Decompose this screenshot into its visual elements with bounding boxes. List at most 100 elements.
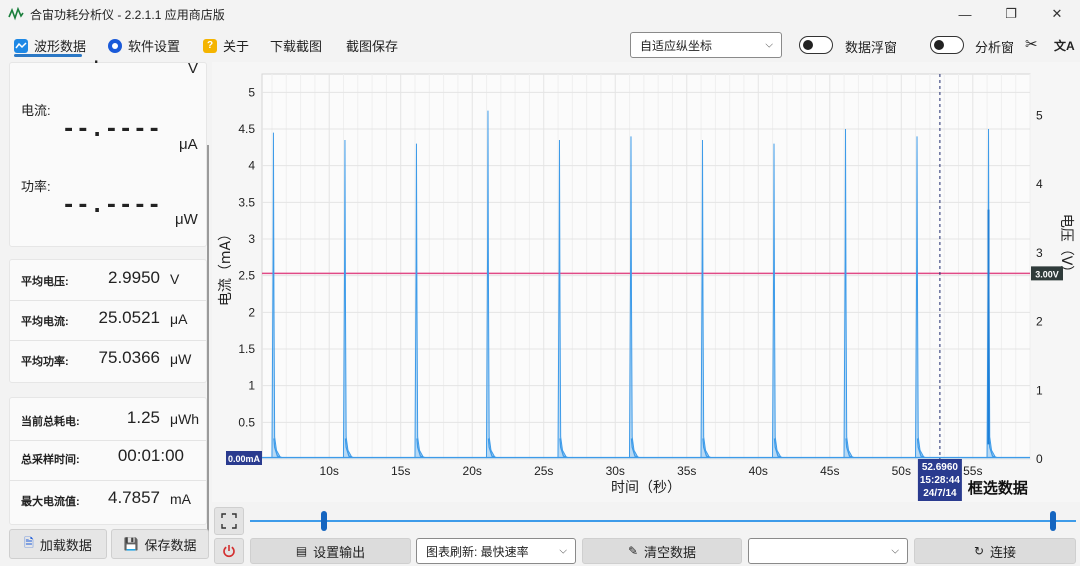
tab-waveform-label: 波形数据 (34, 39, 87, 54)
plug-icon: ↻ (973, 544, 985, 558)
scissors-icon[interactable]: ✂ (1025, 35, 1038, 53)
y-tick-label: 2.5 (238, 269, 255, 283)
range-slider-right-handle[interactable] (1050, 511, 1056, 531)
close-button[interactable]: ✕ (1034, 0, 1080, 28)
avg-power-row: 平均功率: 75.0366 μW (10, 340, 206, 380)
x-tick-label: 20s (463, 464, 482, 478)
waveform-chart[interactable]: 00.511.522.533.544.5501234510s15s20s25s3… (212, 62, 1080, 502)
panel-scrollbar[interactable] (207, 145, 209, 535)
clear-data-button[interactable]: ✎ 清空数据 (582, 538, 742, 564)
tab-settings[interactable]: 软件设置 (108, 36, 180, 55)
connect-button[interactable]: ↻ 连接 (914, 538, 1076, 564)
analysis-window-label: 分析窗 (975, 40, 1015, 55)
x-tick-label: 15s (391, 464, 410, 478)
y2-tick-label: 0 (1036, 452, 1043, 466)
avg-current-value: 25.0521 (98, 308, 160, 327)
total-energy-label: 当前总耗电: (21, 416, 80, 428)
save-data-button[interactable]: 💾 保存数据 (111, 529, 209, 559)
tab-waveform[interactable]: 波形数据 (14, 36, 86, 55)
save-data-label: 保存数据 (144, 537, 197, 553)
current-value: --.---- (62, 117, 162, 142)
x-tick-label: 35s (677, 464, 696, 478)
save-icon: 💾 (123, 537, 139, 551)
avg-current-unit: μA (170, 311, 188, 327)
avg-voltage-row: 平均电压: 2.9950 V (10, 260, 206, 300)
chart-svg[interactable]: 00.511.522.533.544.5501234510s15s20s25s3… (212, 62, 1080, 502)
power-unit: μW (175, 211, 198, 228)
max-current-value: 4.7857 (108, 488, 160, 507)
y2-tick-label: 2 (1036, 315, 1043, 329)
current-badge: 0.00mA (228, 454, 261, 464)
voltage-badge: 3.00V (1035, 269, 1059, 279)
sample-time-label: 总采样时间: (21, 454, 80, 466)
gear-icon (108, 38, 122, 53)
y2-tick-label: 3 (1036, 246, 1043, 260)
window-title: 合宙功耗分析仪 - 2.2.1.1 应用商店版 (30, 7, 225, 22)
current-unit: μA (179, 136, 198, 153)
tab-active-indicator (14, 54, 82, 57)
set-output-label: 设置输出 (313, 544, 366, 560)
minimize-button[interactable]: — (942, 0, 988, 28)
max-current-row: 最大电流值: 4.7857 mA (10, 480, 206, 520)
axis-mode-select[interactable]: 自适应纵坐标 ⌵ (630, 32, 782, 58)
total-energy-unit: μWh (170, 411, 200, 427)
x-tick-label: 55s (963, 464, 982, 478)
y-tick-label: 1.5 (238, 342, 255, 356)
expand-icon[interactable] (214, 507, 244, 535)
total-energy-row: 当前总耗电: 1.25 μWh (10, 400, 206, 440)
tab-settings-label: 软件设置 (128, 39, 181, 54)
clear-data-label: 清空数据 (644, 544, 697, 560)
refresh-rate-select[interactable]: 图表刷新: 最快速率 ⌵ (416, 538, 576, 564)
translate-icon[interactable]: 文A (1054, 37, 1075, 54)
y-tick-label: 4 (248, 159, 255, 173)
float-window-toggle[interactable] (799, 36, 833, 54)
sample-time-value: 00:01:00 (117, 446, 184, 465)
y-tick-label: 5 (248, 85, 255, 99)
sample-time-row: 总采样时间: 00:01:00 (10, 438, 206, 478)
tab-about[interactable]: ? 关于 (203, 36, 249, 55)
range-slider-track[interactable] (250, 520, 1076, 522)
download-screenshot-button[interactable]: 下载截图 (270, 36, 322, 55)
power-label: 功率: (21, 179, 51, 194)
waveform-icon (14, 38, 28, 53)
max-current-label: 最大电流值: (21, 496, 80, 508)
port-select[interactable]: ⌵ (748, 538, 908, 564)
cursor-time: 52.6960 (922, 462, 959, 473)
tab-about-label: 关于 (223, 39, 250, 54)
x-tick-label: 45s (820, 464, 839, 478)
avg-current-row: 平均电流: 25.0521 μA (10, 300, 206, 340)
x-tick-label: 25s (534, 464, 553, 478)
save-screenshot-button[interactable]: 截图保存 (346, 36, 398, 55)
load-data-button[interactable]: 🗎 加载数据 (9, 529, 107, 559)
x-tick-label: 10s (320, 464, 339, 478)
load-data-label: 加载数据 (39, 537, 92, 553)
chevron-down-icon: ⌵ (559, 545, 567, 557)
y-tick-label: 3.5 (238, 195, 255, 209)
chevron-down-icon: ⌵ (891, 545, 899, 557)
x-tick-label: 30s (606, 464, 625, 478)
title-bar: 合宙功耗分析仪 - 2.2.1.1 应用商店版 — ❐ ✕ (0, 0, 1080, 28)
power-button[interactable] (214, 538, 244, 564)
power-icon (223, 545, 235, 558)
avg-power-label: 平均功率: (21, 356, 69, 368)
averages-card: 平均电压: 2.9950 V 平均电流: 25.0521 μA 平均功率: 75… (9, 259, 207, 383)
box-select-label[interactable]: 框选数据 (968, 479, 1028, 497)
cursor-clock: 15:28:44 (920, 475, 960, 486)
set-output-button[interactable]: ▤ 设置输出 (250, 538, 411, 564)
range-slider-left-handle[interactable] (321, 511, 327, 531)
question-icon: ? (203, 38, 217, 53)
analysis-window-toggle[interactable] (930, 36, 964, 54)
y-tick-label: 1 (248, 379, 255, 393)
voltage-unit: V (188, 60, 199, 77)
toolbar: 波形数据 软件设置 ? 关于 下载截图 截图保存 自适应纵坐标 ⌵ 数据浮窗 分… (0, 28, 1080, 62)
y-tick-label: 2 (248, 305, 255, 319)
maximize-button[interactable]: ❐ (988, 0, 1034, 28)
avg-voltage-unit: V (170, 271, 180, 287)
total-energy-value: 1.25 (126, 408, 160, 427)
cursor-date: 24/7/14 (923, 488, 957, 499)
y-tick-label: 3 (248, 232, 255, 246)
current-label: 电流: (21, 103, 51, 118)
x-axis-label: 时间（秒） (611, 480, 681, 496)
avg-voltage-value: 2.9950 (108, 268, 160, 287)
y-tick-label: 0.5 (238, 415, 255, 429)
